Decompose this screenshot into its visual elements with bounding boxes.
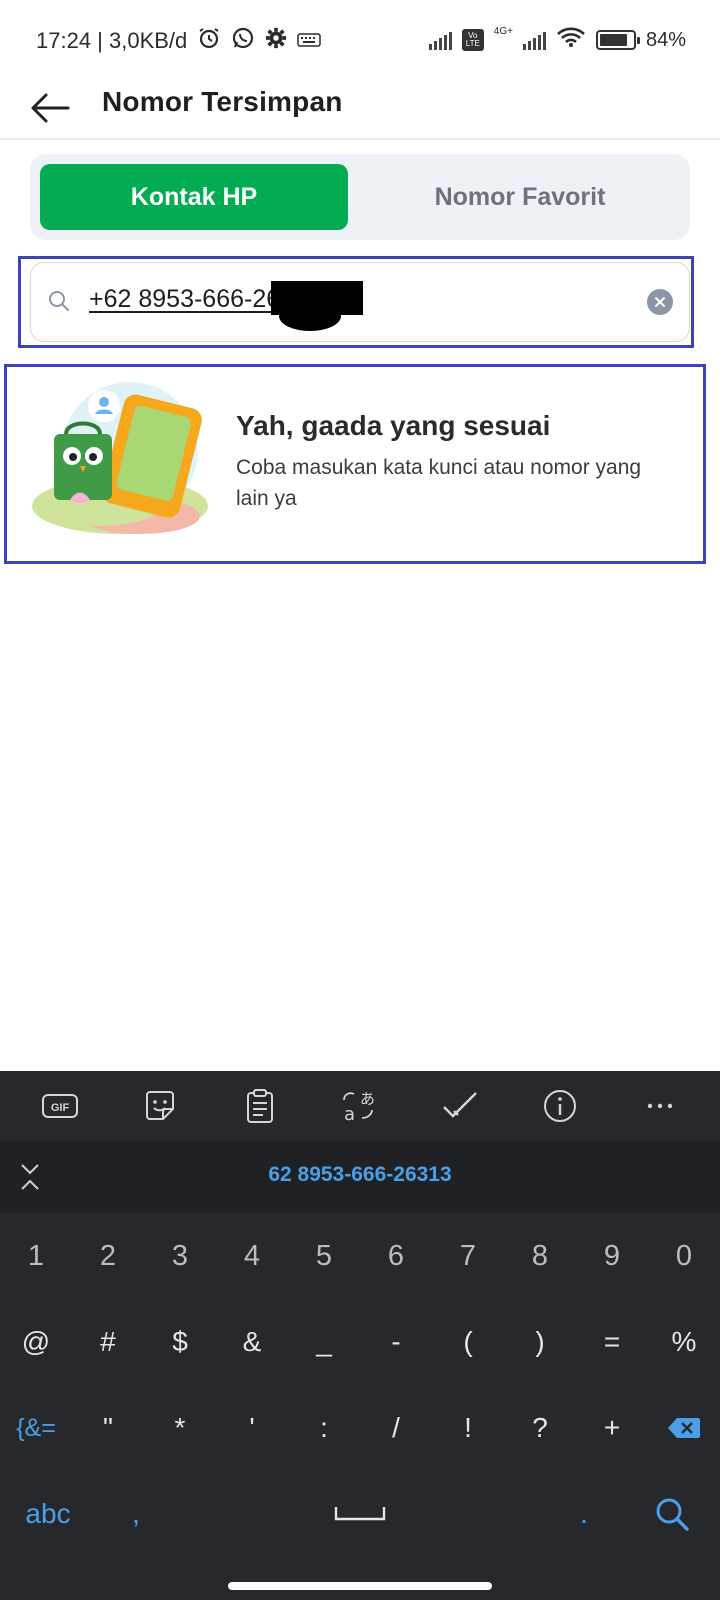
empty-state-title: Yah, gaada yang sesuai	[236, 410, 551, 441]
key-9[interactable]: 9	[576, 1213, 648, 1299]
tab-kontak-hp[interactable]: Kontak HP	[40, 164, 348, 230]
gif-icon[interactable]: GIF	[35, 1081, 85, 1131]
settings-gear-icon	[265, 27, 287, 55]
empty-state-illustration	[30, 376, 210, 546]
key-7[interactable]: 7	[432, 1213, 504, 1299]
soft-keyboard: GIF aあ 62 8953-666-26313 1 2 3 4 5 6 7 8…	[0, 1071, 720, 1600]
key-comma[interactable]: ,	[100, 1471, 172, 1557]
spacebar-key[interactable]	[180, 1471, 540, 1557]
tab-nomor-favorit[interactable]: Nomor Favorit	[360, 164, 680, 230]
status-time: 17:24 | 3,0KB/d	[36, 28, 188, 53]
key-3[interactable]: 3	[144, 1213, 216, 1299]
more-icon[interactable]	[635, 1081, 685, 1131]
key-hash[interactable]: #	[72, 1299, 144, 1385]
space-icon	[334, 1507, 386, 1521]
key-colon[interactable]: :	[288, 1385, 360, 1471]
key-slash[interactable]: /	[360, 1385, 432, 1471]
status-bar: 17:24 | 3,0KB/d Vo LTE 4G+ 84%	[0, 0, 720, 80]
search-icon	[656, 1498, 689, 1531]
empty-state-description: Coba masukan kata kunci atau nomor yang …	[236, 456, 642, 510]
keyboard-icon	[297, 28, 322, 54]
home-indicator[interactable]	[228, 1582, 492, 1590]
keyboard-row-bottom: abc , .	[0, 1471, 720, 1557]
arrow-left-icon	[31, 93, 70, 123]
svg-text:GIF: GIF	[51, 1102, 70, 1114]
signal-1-icon	[428, 30, 452, 50]
translate-icon[interactable]: aあ	[335, 1081, 385, 1131]
key-1[interactable]: 1	[0, 1213, 72, 1299]
status-left: 17:24 | 3,0KB/d	[36, 26, 322, 56]
checkmark-icon[interactable]	[435, 1081, 485, 1131]
keyboard-row-symbols-1: @ # $ & _ - ( ) = %	[0, 1299, 720, 1385]
keyboard-suggestion-bar: 62 8953-666-26313	[0, 1141, 720, 1213]
key-period[interactable]: .	[548, 1471, 620, 1557]
key-5[interactable]: 5	[288, 1213, 360, 1299]
key-0[interactable]: 0	[648, 1213, 720, 1299]
backspace-key[interactable]	[648, 1385, 720, 1471]
key-question[interactable]: ?	[504, 1385, 576, 1471]
keyboard-suggestion[interactable]: 62 8953-666-26313	[0, 1163, 720, 1187]
clear-search-button[interactable]	[647, 289, 673, 315]
backspace-icon	[668, 1418, 700, 1438]
key-6[interactable]: 6	[360, 1213, 432, 1299]
back-button[interactable]	[26, 84, 74, 132]
key-more-symbols[interactable]: {&=	[0, 1385, 72, 1471]
volte-badge: Vo LTE	[461, 29, 484, 51]
clipboard-icon[interactable]	[235, 1081, 285, 1131]
page-title: Nomor Tersimpan	[102, 86, 343, 117]
key-underscore[interactable]: _	[288, 1299, 360, 1385]
tab-bar: Kontak HP Nomor Favorit	[30, 154, 690, 240]
key-4[interactable]: 4	[216, 1213, 288, 1299]
key-2[interactable]: 2	[72, 1213, 144, 1299]
status-right: Vo LTE 4G+ 84%	[428, 26, 686, 54]
search-input[interactable]: +62 8953-666-26313	[30, 262, 690, 342]
key-8[interactable]: 8	[504, 1213, 576, 1299]
whatsapp-icon	[231, 26, 255, 56]
svg-text:あ: あ	[360, 1090, 375, 1108]
redaction-mark-blob	[279, 301, 341, 331]
key-hyphen[interactable]: -	[360, 1299, 432, 1385]
key-ampersand[interactable]: &	[216, 1299, 288, 1385]
keyboard-search-key[interactable]	[636, 1471, 708, 1557]
key-equals[interactable]: =	[576, 1299, 648, 1385]
search-icon	[47, 289, 71, 318]
close-icon	[655, 297, 665, 307]
keyboard-toolbar: GIF aあ	[0, 1071, 720, 1141]
keyboard-row-symbols-2: {&= " * ' : / ! ? +	[0, 1385, 720, 1471]
alarm-icon	[197, 26, 221, 56]
keyboard-row-numbers: 1 2 3 4 5 6 7 8 9 0	[0, 1213, 720, 1299]
key-exclamation[interactable]: !	[432, 1385, 504, 1471]
key-double-quote[interactable]: "	[72, 1385, 144, 1471]
app-header: Nomor Tersimpan	[0, 80, 720, 140]
key-dollar[interactable]: $	[144, 1299, 216, 1385]
key-single-quote[interactable]: '	[216, 1385, 288, 1471]
key-paren-open[interactable]: (	[432, 1299, 504, 1385]
key-percent[interactable]: %	[648, 1299, 720, 1385]
key-plus[interactable]: +	[576, 1385, 648, 1471]
svg-text:a: a	[344, 1104, 355, 1124]
wifi-icon	[556, 26, 586, 54]
battery-icon	[595, 30, 640, 50]
info-icon[interactable]	[535, 1081, 585, 1131]
sticker-icon[interactable]	[135, 1081, 185, 1131]
battery-percent: 84%	[645, 28, 686, 51]
key-paren-close[interactable]: )	[504, 1299, 576, 1385]
key-at[interactable]: @	[0, 1299, 72, 1385]
key-asterisk[interactable]: *	[144, 1385, 216, 1471]
key-abc[interactable]: abc	[8, 1471, 88, 1557]
network-type-label: 4G+	[493, 26, 513, 37]
signal-2-icon	[522, 30, 546, 50]
